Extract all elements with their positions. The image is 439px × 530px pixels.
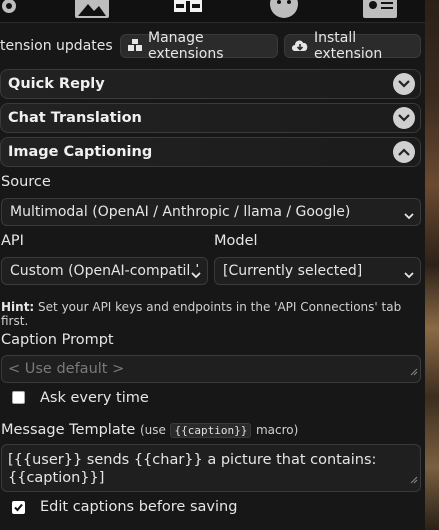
manage-extensions-label: Manage extensions: [148, 30, 224, 62]
source-select[interactable]: Multimodal (OpenAI / Anthropic / llama /…: [1, 198, 421, 226]
caption-prompt-input[interactable]: < Use default >: [1, 355, 421, 383]
api-select[interactable]: Custom (OpenAI-compatibl: [1, 257, 208, 285]
image-icon[interactable]: [74, 0, 110, 24]
gear-icon[interactable]: [0, 0, 18, 24]
install-extension-label: Install extension: [314, 30, 383, 62]
extensions-toolbar: tension updates Manage extensions Instal…: [0, 30, 425, 62]
checkmark-icon: [14, 503, 23, 512]
chevron-down-icon: [404, 208, 414, 224]
manage-extensions-button[interactable]: Manage extensions: [120, 30, 278, 62]
cubes-icon: [127, 39, 143, 53]
hint-bold: Hint:: [1, 300, 35, 314]
cubes-icon[interactable]: [170, 0, 206, 24]
chevron-down-icon: [404, 267, 414, 283]
caption-prompt-placeholder: < Use default >: [8, 361, 125, 377]
chevron-down-icon[interactable]: [393, 107, 415, 129]
edit-captions-label: Edit captions before saving: [40, 499, 238, 515]
hint-text: Hint: Set your API keys and endpoints in…: [1, 300, 425, 328]
smile-icon[interactable]: [268, 0, 300, 24]
image-captioning-drawer[interactable]: Image Captioning: [0, 137, 421, 167]
chevron-up-icon[interactable]: [393, 141, 415, 163]
api-select-value: Custom (OpenAI-compatibl: [10, 263, 200, 279]
api-label: API: [1, 233, 24, 249]
image-captioning-title: Image Captioning: [8, 144, 153, 160]
model-select[interactable]: [Currently selected]: [214, 257, 421, 285]
chevron-down-icon: [189, 267, 201, 283]
quick-reply-drawer[interactable]: Quick Reply: [0, 69, 421, 99]
model-select-value: [Currently selected]: [223, 263, 363, 279]
resize-handle-icon[interactable]: [410, 471, 418, 489]
source-select-value: Multimodal (OpenAI / Anthropic / llama /…: [10, 204, 351, 220]
ask-every-time-label: Ask every time: [40, 390, 149, 406]
caption-macro-code: {{caption}}: [170, 423, 252, 438]
quick-reply-title: Quick Reply: [8, 76, 105, 92]
chat-translation-title: Chat Translation: [8, 110, 142, 126]
message-template-use: (use: [139, 423, 166, 437]
model-label: Model: [214, 233, 258, 249]
message-template-after: macro): [255, 423, 299, 437]
ask-every-time-checkbox[interactable]: [12, 391, 25, 404]
message-template-label: Message Template: [1, 422, 136, 438]
resize-handle-icon[interactable]: [410, 364, 418, 380]
message-template-value: [{{user}} sends {{char}} a picture that …: [8, 452, 377, 486]
message-template-header: Message Template (use {{caption}} macro): [1, 422, 298, 438]
install-extension-button[interactable]: Install extension: [284, 30, 421, 62]
chat-translation-drawer[interactable]: Chat Translation: [0, 103, 421, 133]
background-image-strip: [425, 0, 439, 530]
edit-captions-checkbox[interactable]: [12, 501, 25, 514]
hint-body: Set your API keys and endpoints in the '…: [1, 300, 402, 328]
extensions-panel: tension updates Manage extensions Instal…: [0, 0, 425, 530]
top-nav-bar: [0, 0, 425, 23]
id-card-icon[interactable]: [362, 0, 398, 24]
message-template-input[interactable]: [{{user}} sends {{char}} a picture that …: [1, 444, 421, 492]
cloud-download-icon: [291, 39, 309, 53]
chevron-down-icon[interactable]: [393, 73, 415, 95]
source-label: Source: [1, 174, 51, 190]
caption-prompt-label: Caption Prompt: [1, 332, 114, 348]
extension-updates-label: tension updates: [0, 38, 113, 54]
